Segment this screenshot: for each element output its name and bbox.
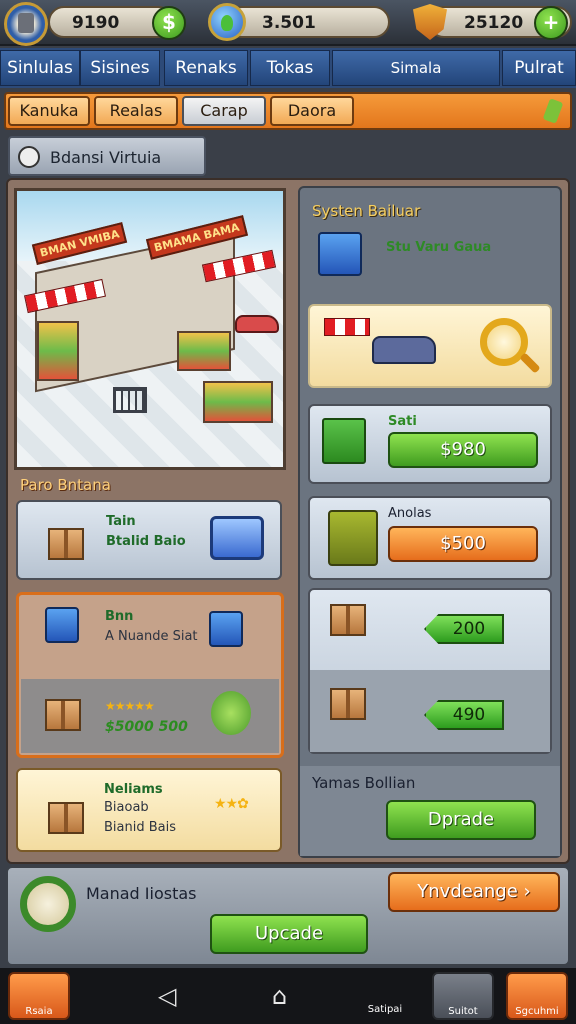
coins-value: 9190 bbox=[72, 13, 120, 33]
price-tag-1[interactable]: 200 bbox=[424, 614, 504, 644]
card3-line2: Biaoab bbox=[104, 800, 149, 815]
tab-simala[interactable]: Simala bbox=[332, 50, 500, 86]
item-card-3[interactable]: Neliams Biaoab Bianid Bais ★★✿ bbox=[16, 768, 282, 852]
card3-line3: Bianid Bais bbox=[104, 820, 177, 835]
gems-value: 3.501 bbox=[262, 13, 316, 33]
car-icon bbox=[235, 315, 279, 333]
camera-icon[interactable] bbox=[210, 516, 264, 560]
bin-buy-button[interactable]: $980 bbox=[388, 432, 538, 468]
bin-card[interactable]: Sati $980 bbox=[308, 404, 552, 484]
shelf-2 bbox=[177, 331, 231, 371]
nav-store-label: Satipai bbox=[367, 1004, 403, 1015]
box-icon bbox=[48, 528, 84, 560]
tab-renaks[interactable]: Renaks bbox=[164, 50, 248, 86]
price-tag-2[interactable]: 490 bbox=[424, 700, 504, 730]
subtab-daora[interactable]: Daora bbox=[270, 96, 354, 126]
ledger-icon bbox=[328, 510, 378, 566]
info-bar: Manad Iiostas Upcade Ynvdeange › bbox=[6, 866, 570, 966]
avatar-icon bbox=[18, 13, 34, 33]
right-column: Systen Bailuar Stu Varu Gaua Sati $980 A… bbox=[298, 186, 562, 858]
back-icon[interactable]: ◁ bbox=[158, 982, 176, 1010]
pin-icon[interactable] bbox=[542, 98, 564, 124]
main-tabs: Sinlulas Sisines Renaks Tokas Simala Pul… bbox=[0, 48, 576, 88]
card1-line1: Tain bbox=[106, 514, 136, 529]
section-header: Bdansi Virtuia bbox=[8, 136, 206, 176]
cart-icon bbox=[113, 387, 147, 413]
right-item1: Stu Varu Gaua bbox=[386, 240, 492, 255]
card2-price: $5000 500 bbox=[105, 719, 188, 735]
card2-line1: Bnn bbox=[105, 609, 134, 624]
gems-counter: 3.501 bbox=[226, 6, 390, 38]
upgrade-panel: Yamas Bollian Dprade bbox=[300, 766, 560, 856]
left-caption: Paro Bntana bbox=[20, 476, 111, 494]
chevron-right-icon: › bbox=[523, 881, 531, 902]
upgrade-button[interactable]: Dprade bbox=[386, 800, 536, 840]
store-scene[interactable]: BMAN VMIBA BMAMA BAMA bbox=[14, 188, 286, 470]
vehicle-card[interactable] bbox=[308, 304, 552, 388]
tab-tokas[interactable]: Tokas bbox=[250, 50, 330, 86]
rating-stars: ★★★★★ bbox=[105, 699, 155, 713]
section-title: Bdansi Virtuia bbox=[50, 148, 162, 167]
sprout-icon[interactable] bbox=[211, 691, 251, 735]
nav-settings-button[interactable]: Sgcuhmi bbox=[506, 972, 568, 1020]
nav-stats-label: Suitot bbox=[448, 1006, 478, 1017]
resource-bar: 9190 $ 3.501 25120 + bbox=[0, 0, 576, 46]
globe-icon bbox=[208, 3, 246, 41]
right-item2-label: Sati bbox=[388, 414, 417, 429]
supplies-card: 200 490 bbox=[308, 588, 552, 754]
dispenser-icon bbox=[318, 232, 362, 276]
magnifier-icon[interactable] bbox=[480, 318, 528, 366]
machine-icon bbox=[45, 607, 79, 643]
nav-settings-label: Sgcuhmi bbox=[515, 1006, 559, 1017]
coin-icon[interactable]: $ bbox=[152, 6, 186, 40]
register-icon[interactable] bbox=[209, 611, 243, 647]
upgrade-title: Yamas Bollian bbox=[312, 774, 416, 792]
item-card-1[interactable]: Tain Btalid Baio bbox=[16, 500, 282, 580]
coins-buy-button[interactable]: $500 bbox=[388, 526, 538, 562]
star-icons: ★★✿ bbox=[214, 796, 249, 812]
card1-line2: Btalid Baio bbox=[106, 534, 186, 549]
card3-line1: Neliams bbox=[104, 782, 163, 797]
right-title: Systen Bailuar bbox=[312, 202, 421, 220]
shelf bbox=[37, 321, 79, 381]
package-icon bbox=[48, 802, 84, 834]
subtab-carap[interactable]: Carap bbox=[182, 96, 266, 126]
plus-icon[interactable]: + bbox=[534, 6, 568, 40]
bottom-navbar: Rsaia ◁ ⌂ Satipai Suitot Sgcuhmi bbox=[0, 968, 576, 1024]
info-icon bbox=[18, 146, 40, 168]
nav-stats-button[interactable]: Suitot bbox=[432, 972, 494, 1020]
nav-home-label: Rsaia bbox=[25, 1006, 53, 1017]
tab-pulrat[interactable]: Pulrat bbox=[502, 50, 576, 86]
trophies-value: 25120 bbox=[464, 13, 524, 33]
tab-sisines[interactable]: Sisines bbox=[80, 50, 160, 86]
shelf-3 bbox=[203, 381, 273, 423]
home-icon[interactable]: ⌂ bbox=[272, 982, 287, 1010]
subtab-kanuka[interactable]: Kanuka bbox=[8, 96, 90, 126]
item-card-2[interactable]: Bnn A Nuande Siat ★★★★★ $5000 500 bbox=[16, 592, 284, 758]
right-item3-label: Anolas bbox=[388, 506, 432, 521]
avatar[interactable] bbox=[4, 2, 48, 46]
upcade-button[interactable]: Upcade bbox=[210, 914, 368, 954]
crate-icon bbox=[330, 604, 366, 636]
bag-icon bbox=[45, 699, 81, 731]
left-column: BMAN VMIBA BMAMA BAMA Paro Bntana Tain B… bbox=[10, 186, 290, 856]
crate-icon-2 bbox=[330, 688, 366, 720]
subtab-realas[interactable]: Realas bbox=[94, 96, 178, 126]
car-icon bbox=[372, 336, 436, 364]
advantage-button[interactable]: Ynvdeange › bbox=[388, 872, 560, 912]
card2-line2: A Nuande Siat bbox=[105, 629, 198, 644]
nav-home-button[interactable]: Rsaia bbox=[8, 972, 70, 1020]
info-label: Manad Iiostas bbox=[86, 884, 197, 903]
coins-card[interactable]: Anolas $500 bbox=[308, 496, 552, 580]
advantage-label: Ynvdeange bbox=[417, 881, 518, 902]
sub-tabs: Kanuka Realas Carap Daora bbox=[4, 92, 572, 130]
trash-bin-icon bbox=[322, 418, 366, 464]
tab-sinlulas[interactable]: Sinlulas bbox=[0, 50, 80, 86]
nav-store-button[interactable]: Satipai bbox=[354, 972, 416, 1020]
stall-icon bbox=[324, 318, 370, 336]
search-icon[interactable] bbox=[20, 876, 76, 932]
